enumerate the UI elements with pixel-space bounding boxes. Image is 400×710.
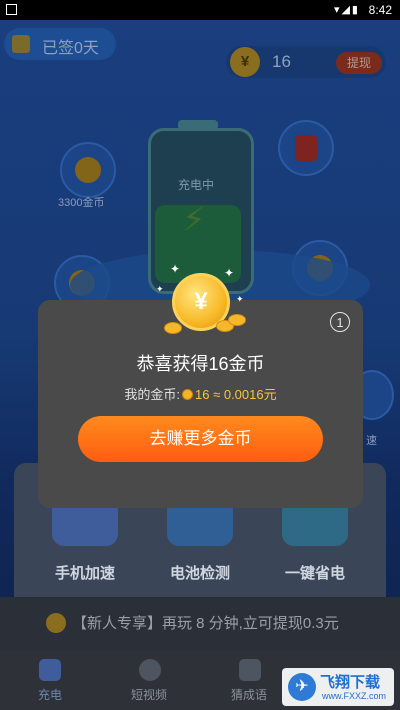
- battery-status-label: 充电中: [178, 178, 215, 192]
- lightning-icon: ⚡: [182, 201, 206, 239]
- withdraw-button[interactable]: 提现: [336, 52, 382, 74]
- calendar-icon: [12, 35, 30, 53]
- reward-title: 恭喜获得16金币: [136, 354, 265, 374]
- coin-count: 16: [272, 52, 291, 71]
- coin-summary-label: 我的金币:: [124, 387, 181, 402]
- small-coin-icon: [228, 314, 246, 326]
- video-tab-icon[interactable]: [139, 659, 161, 681]
- status-bar: ▾◢▮ 8:42: [0, 0, 400, 20]
- reward-dialog: [38, 300, 363, 508]
- speed-bubble-label: 速: [366, 435, 377, 447]
- sign-in-label: 已签0天: [42, 40, 99, 57]
- sparkle-icon: ✦: [224, 266, 235, 280]
- small-coin-icon: [164, 322, 182, 334]
- tool-label-boost[interactable]: 手机加速: [55, 562, 115, 583]
- coin-bubble-top-left[interactable]: [60, 142, 116, 198]
- coin-icon: ¥: [230, 47, 260, 77]
- tab-idiom[interactable]: 猜成语: [231, 686, 267, 703]
- earn-more-button[interactable]: 去赚更多金币: [78, 416, 323, 462]
- tab-charge[interactable]: 充电: [38, 686, 62, 703]
- mini-coin-icon: [182, 389, 194, 400]
- watermark-logo-icon: ✈: [288, 673, 316, 701]
- sparkle-icon: ✦: [236, 294, 244, 304]
- clock: 8:42: [368, 3, 392, 17]
- coin-summary-value: 16 ≈ 0.0016元: [195, 387, 277, 402]
- coin-bubble-label: 3300金币: [58, 197, 105, 209]
- sparkle-icon: ✦: [156, 284, 164, 294]
- promo-banner-text: 【新人专享】再玩 8 分钟,立可提现0.3元: [72, 615, 339, 632]
- coin-summary: 我的金币: 16 ≈ 0.0016元: [38, 384, 363, 403]
- watermark-brand: 飞翔下载: [320, 674, 381, 691]
- idiom-tab-icon[interactable]: [239, 659, 261, 681]
- signal-battery-icons: ▾◢▮: [333, 4, 360, 16]
- banner-coin-icon: [46, 613, 66, 633]
- sparkle-icon: ✦: [170, 262, 181, 276]
- tool-label-save[interactable]: 一键省电: [285, 562, 345, 583]
- countdown-close-button[interactable]: 1: [330, 312, 350, 332]
- tab-short-video[interactable]: 短视频: [131, 686, 167, 703]
- red-envelope-bubble[interactable]: [278, 120, 334, 176]
- tool-label-battery[interactable]: 电池检测: [170, 562, 230, 583]
- watermark-url: www.FXXZ.com: [322, 691, 387, 701]
- notification-icon: [6, 4, 17, 15]
- charge-tab-icon[interactable]: [39, 659, 61, 681]
